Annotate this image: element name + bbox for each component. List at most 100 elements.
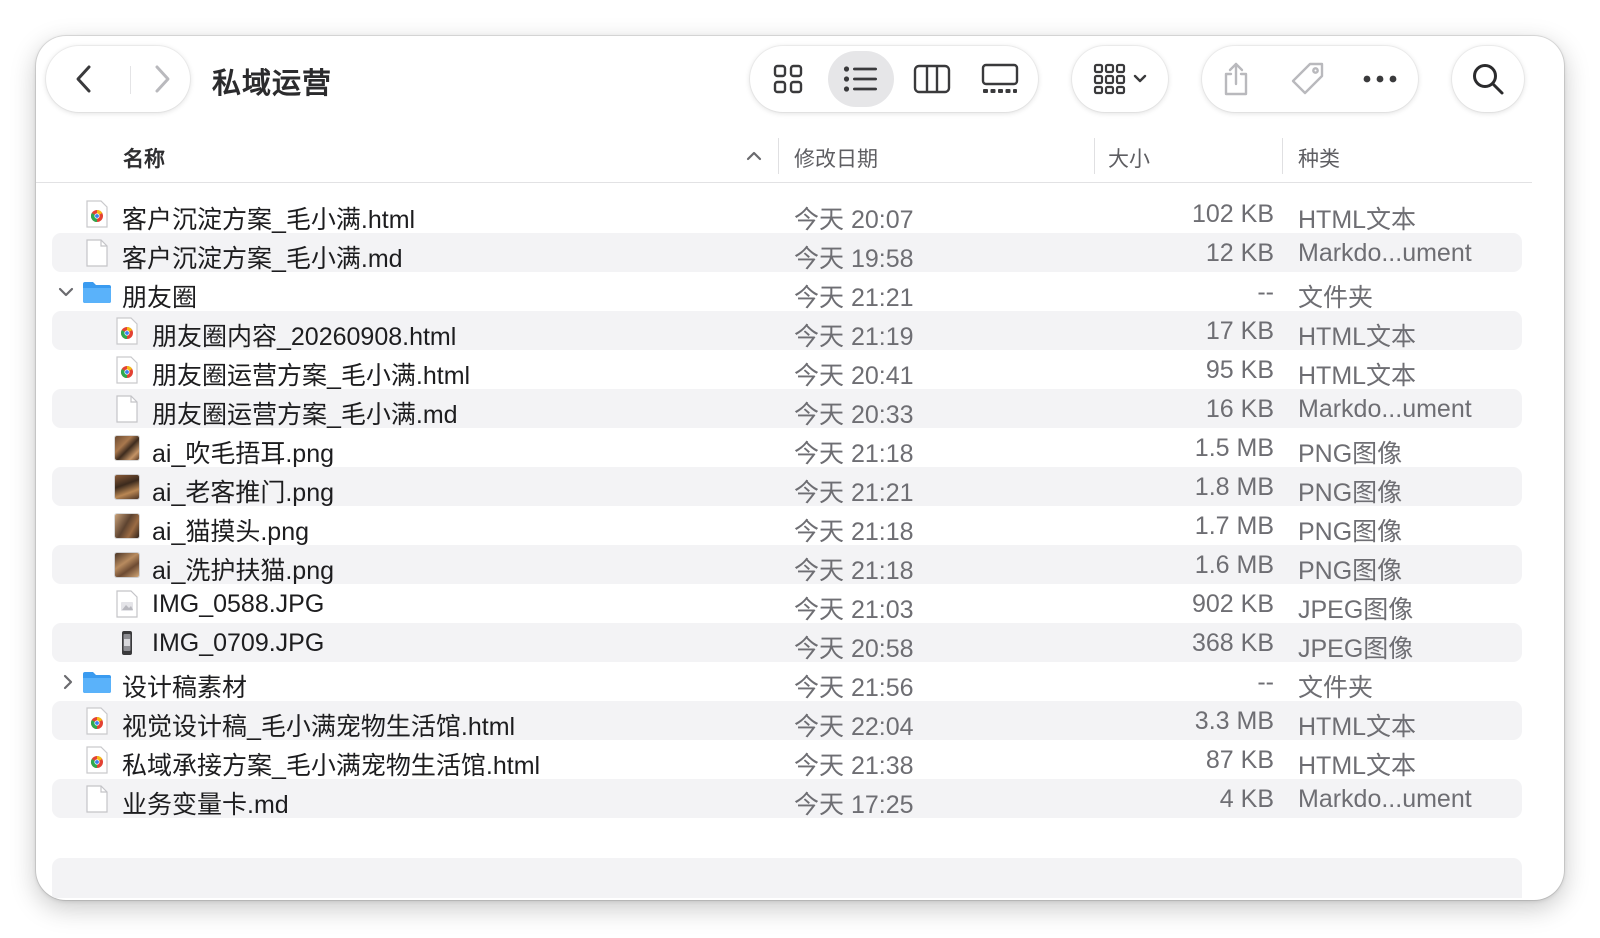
file-size: -- [1257,278,1274,306]
file-row[interactable]: 朋友圈运营方案_毛小满.html 今天 20:41 95 KB HTML文本 [52,350,1522,390]
file-date: 今天 21:19 [794,323,914,351]
html-file-icon [114,317,140,345]
file-date: 今天 21:18 [794,440,914,468]
share-button[interactable] [1208,51,1264,107]
file-size: 16 KB [1205,395,1274,423]
disclosure-expanded-button[interactable] [56,272,76,311]
chevron-down-icon [1133,74,1147,83]
gallery-view-button[interactable] [972,51,1028,107]
column-header: 名称 修改日期 大小 种类 [36,134,1532,183]
window-title: 私域运营 [212,68,333,100]
file-name: IMG_0709.JPG [152,629,325,657]
file-kind: Markdo...ument [1298,395,1472,423]
file-date: 今天 21:18 [794,518,914,546]
html-file-icon [84,746,110,774]
ellipsis-icon [1363,75,1397,83]
file-row[interactable]: 业务变量卡.md 今天 17:25 4 KB Markdo...ument [52,779,1522,819]
file-size: 1.5 MB [1194,434,1274,462]
file-row[interactable]: ai_吹毛捂耳.png 今天 21:18 1.5 MB PNG图像 [52,428,1522,468]
column-divider[interactable] [1094,138,1095,174]
file-name: 朋友圈 [122,284,198,312]
file-row[interactable]: 客户沉淀方案_毛小满.md 今天 19:58 12 KB Markdo...um… [52,233,1522,273]
group-by-button[interactable] [1080,51,1160,107]
file-size: 368 KB [1191,629,1274,657]
share-icon [1224,62,1248,96]
file-kind: PNG图像 [1298,557,1403,585]
file-kind: PNG图像 [1298,440,1403,468]
file-kind: JPEG图像 [1298,596,1414,624]
file-size: 95 KB [1205,356,1274,384]
file-date: 今天 20:33 [794,401,914,429]
list-view-button[interactable] [828,51,894,107]
column-header-kind[interactable]: 种类 [1298,143,1340,173]
file-name: 朋友圈运营方案_毛小满.html [152,362,471,390]
file-size: 102 KB [1191,200,1274,228]
search-button[interactable] [1460,51,1516,107]
file-name: ai_老客推门.png [152,479,335,507]
list-icon [843,66,877,92]
file-kind: 文件夹 [1298,674,1374,702]
image-thumbnail-icon [114,434,140,462]
file-kind: 文件夹 [1298,284,1374,312]
file-date: 今天 20:07 [794,206,914,234]
file-row[interactable]: ai_洗护扶猫.png 今天 21:18 1.6 MB PNG图像 [52,545,1522,585]
file-list: 客户沉淀方案_毛小满.html 今天 20:07 102 KB HTML文本 客… [52,194,1522,819]
html-file-icon [84,707,110,735]
file-row[interactable]: IMG_0709.JPG 今天 20:58 368 KB JPEG图像 [52,623,1522,663]
file-size: -- [1257,668,1274,696]
more-button[interactable] [1352,51,1408,107]
file-name: ai_猫摸头.png [152,518,310,546]
file-row[interactable]: ai_猫摸头.png 今天 21:18 1.7 MB PNG图像 [52,506,1522,546]
empty-row [52,858,1522,898]
file-kind: HTML文本 [1298,362,1417,390]
column-view-button[interactable] [904,51,960,107]
html-file-icon [114,356,140,384]
tag-button[interactable] [1280,51,1336,107]
sort-ascending-icon[interactable] [745,148,763,166]
icon-view-button[interactable] [760,51,816,107]
forward-button[interactable] [134,51,190,107]
file-date: 今天 21:18 [794,557,914,585]
file-size: 1.7 MB [1194,512,1274,540]
file-kind: JPEG图像 [1298,635,1414,663]
file-size: 902 KB [1191,590,1274,618]
chevron-right-icon [155,65,170,93]
html-file-icon [84,200,110,228]
file-date: 今天 21:38 [794,752,914,780]
column-header-date[interactable]: 修改日期 [794,143,878,173]
nav-separator [130,66,131,94]
file-name: 业务变量卡.md [122,791,289,819]
file-date: 今天 19:58 [794,245,914,273]
file-size: 3.3 MB [1194,707,1274,735]
folder-row[interactable]: 朋友圈 今天 21:21 -- 文件夹 [52,272,1522,312]
file-date: 今天 20:58 [794,635,914,663]
back-button[interactable] [56,51,112,107]
finder-window: 私域运营 名称 修改日期 大小 种类 客户沉淀方案_毛小满.html 今天 20… [36,36,1564,900]
file-name: 朋友圈内容_20260908.html [152,323,457,351]
file-name: IMG_0588.JPG [152,590,325,618]
file-row[interactable]: IMG_0588.JPG 今天 21:03 902 KB JPEG图像 [52,584,1522,624]
file-size: 4 KB [1219,785,1274,813]
file-row[interactable]: 私域承接方案_毛小满宠物生活馆.html 今天 21:38 87 KB HTML… [52,740,1522,780]
column-divider[interactable] [778,138,779,174]
file-name: 设计稿素材 [122,674,248,702]
grid-icon [773,64,803,94]
column-header-size[interactable]: 大小 [1108,143,1150,173]
file-name: 私域承接方案_毛小满宠物生活馆.html [122,752,541,780]
file-size: 1.8 MB [1194,473,1274,501]
file-row[interactable]: 客户沉淀方案_毛小满.html 今天 20:07 102 KB HTML文本 [52,194,1522,234]
group-pill [1072,46,1168,112]
file-row[interactable]: 视觉设计稿_毛小满宠物生活馆.html 今天 22:04 3.3 MB HTML… [52,701,1522,741]
file-row[interactable]: 朋友圈内容_20260908.html 今天 21:19 17 KB HTML文… [52,311,1522,351]
file-row[interactable]: ai_老客推门.png 今天 21:21 1.8 MB PNG图像 [52,467,1522,507]
disclosure-collapsed-button[interactable] [58,662,78,701]
column-divider[interactable] [1282,138,1283,174]
file-kind: HTML文本 [1298,323,1417,351]
file-row[interactable]: 朋友圈运营方案_毛小满.md 今天 20:33 16 KB Markdo...u… [52,389,1522,429]
file-date: 今天 22:04 [794,713,914,741]
image-thumbnail-icon [114,551,140,579]
folder-row[interactable]: 设计稿素材 今天 21:56 -- 文件夹 [52,662,1522,702]
column-header-name[interactable]: 名称 [123,143,165,173]
file-date: 今天 20:41 [794,362,914,390]
file-size: 17 KB [1205,317,1274,345]
